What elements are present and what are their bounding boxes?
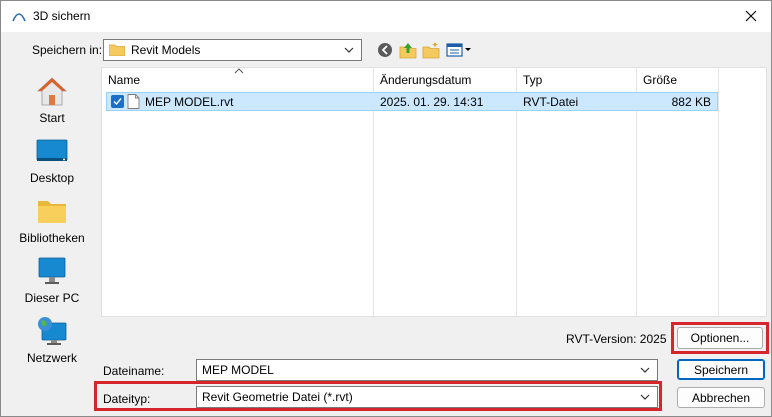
column-header-date[interactable]: Änderungsdatum [380,68,471,92]
place-label: Dieser PC [24,291,80,305]
up-folder-icon [399,43,417,59]
place-network[interactable]: Netzwerk [9,311,95,367]
file-row[interactable]: MEP MODEL.rvt 2025. 01. 29. 14:31 RVT-Da… [106,92,718,111]
column-header-name[interactable]: Name [108,68,140,92]
file-date: 2025. 01. 29. 14:31 [380,95,484,109]
rvt-version-label: RVT-Version: 2025 [566,332,667,346]
savein-value: Revit Models [131,43,201,57]
place-libraries[interactable]: Bibliotheken [9,191,95,247]
checkmark-icon [113,98,122,106]
view-menu-button[interactable] [445,41,473,59]
filename-value: MEP MODEL [202,363,274,377]
column-header-type[interactable]: Typ [523,68,542,92]
file-type: RVT-Datei [523,95,579,109]
savein-dropdown[interactable]: Revit Models [103,39,362,61]
row-checkbox[interactable] [111,95,124,108]
savein-label: Speichern in: [32,43,103,57]
filetype-dropdown[interactable]: Revit Geometrie Datei (*.rvt) [196,386,658,408]
chevron-down-icon [344,47,354,53]
file-size: 882 KB [671,95,711,109]
filename-label: Dateiname: [103,364,165,378]
up-folder-button[interactable] [398,41,418,59]
filetype-label: Dateityp: [103,392,151,406]
filename-input[interactable]: MEP MODEL [196,359,658,381]
folder-icon [109,44,125,56]
title-bar: 3D sichern [1,1,771,32]
library-folder-icon [38,201,66,223]
place-label: Desktop [29,171,75,185]
place-this-pc[interactable]: Dieser PC [9,251,95,307]
save-button[interactable]: Speichern [677,359,765,380]
close-button[interactable] [737,4,765,28]
new-folder-icon [422,42,440,59]
cancel-button[interactable]: Abbrechen [677,387,765,408]
chevron-down-icon [640,394,650,400]
place-label: Start [39,111,65,125]
computer-icon [38,257,66,284]
desktop-icon [36,139,68,161]
place-start[interactable]: Start [9,71,95,127]
column-divider [718,68,719,318]
window-title: 3D sichern [33,9,91,23]
place-label: Bibliotheken [19,231,85,245]
save-3d-dialog: 3D sichern Speichern in: Revit Models St… [0,0,772,417]
new-folder-button[interactable] [421,41,441,59]
place-desktop[interactable]: Desktop [9,131,95,187]
options-button[interactable]: Optionen... [677,327,763,349]
revit-arc-icon [12,13,26,22]
document-icon [127,94,140,109]
file-list[interactable]: Name Änderungsdatum Typ Größe MEP MODEL.… [101,67,767,318]
back-icon [378,43,392,57]
network-icon [38,317,67,345]
place-label: Netzwerk [26,351,77,365]
view-menu-icon [446,43,471,57]
sort-ascending-icon [234,68,244,74]
back-button[interactable] [375,41,395,59]
places-bar: Start Desktop Bibliotheken Dieser PC Net… [9,67,95,387]
chevron-down-icon [640,367,650,373]
close-icon [745,10,757,22]
file-name: MEP MODEL.rvt [145,95,234,109]
home-icon [36,77,68,106]
filetype-value: Revit Geometrie Datei (*.rvt) [202,390,353,404]
column-header-size[interactable]: Größe [643,68,677,92]
